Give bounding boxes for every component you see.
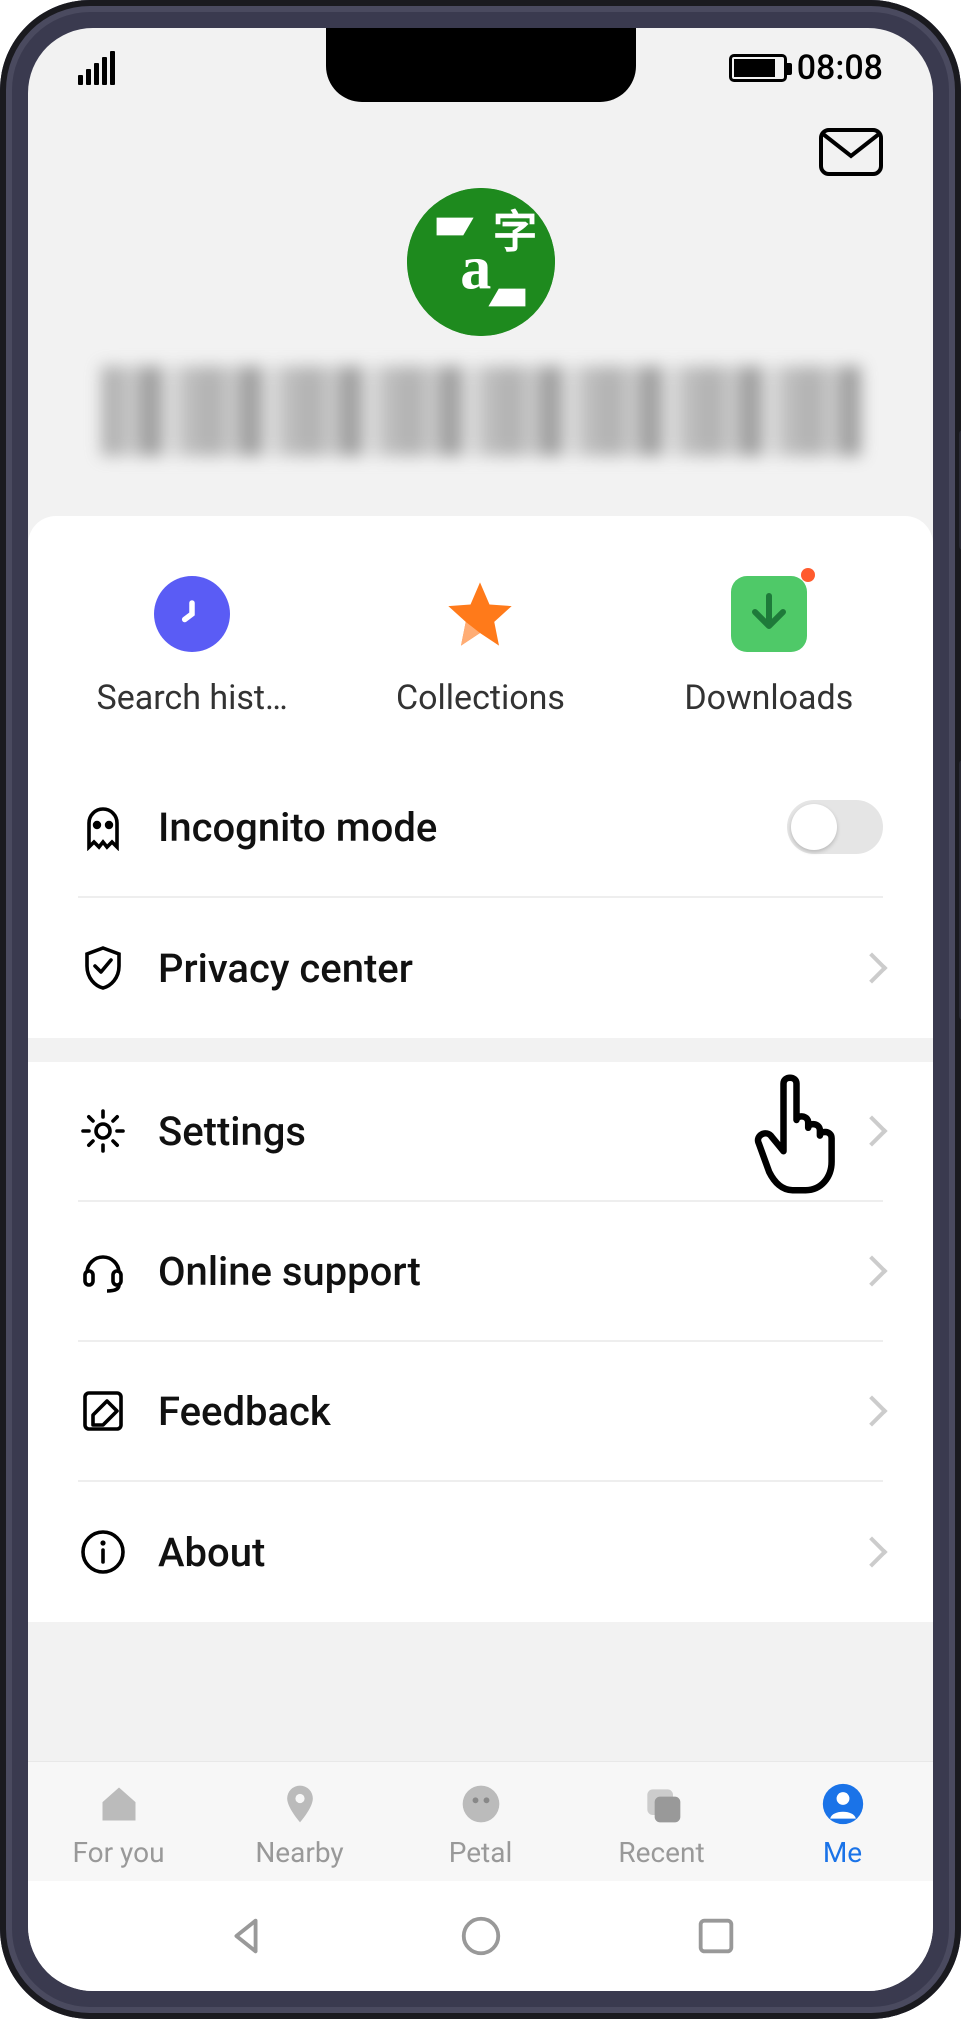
notification-dot bbox=[801, 568, 815, 582]
shield-icon bbox=[78, 943, 128, 993]
profile-header: a 字 bbox=[28, 108, 933, 516]
nav-label: Petal bbox=[449, 1836, 513, 1869]
sys-recent-button[interactable] bbox=[693, 1913, 739, 1959]
pin-icon bbox=[276, 1780, 324, 1828]
quick-downloads[interactable]: Downloads bbox=[625, 576, 913, 718]
star-icon bbox=[442, 576, 518, 652]
ghost-icon bbox=[78, 802, 128, 852]
chevron-right-icon bbox=[856, 1255, 887, 1286]
svg-text:字: 字 bbox=[492, 206, 536, 258]
menu-privacy-center[interactable]: Privacy center bbox=[78, 898, 883, 1038]
pointer-cursor-icon bbox=[748, 1068, 858, 1198]
home-icon bbox=[95, 1780, 143, 1828]
quick-collections[interactable]: Collections bbox=[336, 576, 624, 718]
petal-icon bbox=[457, 1780, 505, 1828]
gear-icon bbox=[78, 1106, 128, 1156]
chevron-right-icon bbox=[856, 1395, 887, 1426]
nav-petal[interactable]: Petal bbox=[390, 1780, 571, 1869]
quick-label: Search hist… bbox=[97, 678, 288, 718]
nav-label: Me bbox=[823, 1836, 862, 1869]
nav-label: For you bbox=[72, 1836, 164, 1869]
username-redacted bbox=[101, 366, 861, 456]
quick-label: Downloads bbox=[684, 678, 853, 718]
chevron-right-icon bbox=[856, 952, 887, 983]
avatar[interactable]: a 字 bbox=[407, 188, 555, 336]
info-icon bbox=[78, 1527, 128, 1577]
menu-about[interactable]: About bbox=[78, 1482, 883, 1622]
menu-online-support[interactable]: Online support bbox=[78, 1202, 883, 1342]
person-icon bbox=[819, 1780, 867, 1828]
mail-button[interactable] bbox=[819, 128, 883, 176]
nav-label: Recent bbox=[618, 1836, 704, 1869]
nav-nearby[interactable]: Nearby bbox=[209, 1780, 390, 1869]
system-nav bbox=[28, 1881, 933, 1991]
menu-label: Feedback bbox=[158, 1388, 831, 1435]
download-icon bbox=[731, 576, 807, 652]
menu-feedback[interactable]: Feedback bbox=[78, 1342, 883, 1482]
nav-me[interactable]: Me bbox=[752, 1780, 933, 1869]
sys-home-button[interactable] bbox=[458, 1913, 504, 1959]
sys-back-button[interactable] bbox=[223, 1913, 269, 1959]
signal-icon bbox=[78, 51, 115, 85]
menu-label: Online support bbox=[158, 1248, 831, 1295]
quick-search-history[interactable]: Search hist… bbox=[48, 576, 336, 718]
menu-label: Privacy center bbox=[158, 945, 831, 992]
clock-icon bbox=[154, 576, 230, 652]
menu-incognito[interactable]: Incognito mode bbox=[78, 758, 883, 898]
screen: 08:08 a 字 bbox=[28, 28, 933, 1991]
status-time: 08:08 bbox=[797, 48, 883, 88]
chevron-right-icon bbox=[856, 1536, 887, 1567]
chevron-right-icon bbox=[856, 1115, 887, 1146]
bottom-nav: For you Nearby bbox=[28, 1761, 933, 1881]
recent-icon bbox=[638, 1780, 686, 1828]
quick-actions-row: Search hist… Collections bbox=[28, 516, 933, 758]
menu-label: Settings bbox=[158, 1108, 831, 1155]
svg-text:a: a bbox=[460, 235, 491, 303]
nav-recent[interactable]: Recent bbox=[571, 1780, 752, 1869]
menu-label: Incognito mode bbox=[158, 804, 757, 851]
nav-label: Nearby bbox=[255, 1836, 343, 1869]
incognito-toggle[interactable] bbox=[787, 800, 883, 854]
quick-label: Collections bbox=[396, 678, 565, 718]
feedback-icon bbox=[78, 1386, 128, 1436]
menu-label: About bbox=[158, 1529, 831, 1576]
battery-icon bbox=[729, 54, 787, 82]
phone-frame: 08:08 a 字 bbox=[0, 0, 961, 2019]
headset-icon bbox=[78, 1246, 128, 1296]
notch bbox=[326, 28, 636, 102]
nav-for-you[interactable]: For you bbox=[28, 1780, 209, 1869]
